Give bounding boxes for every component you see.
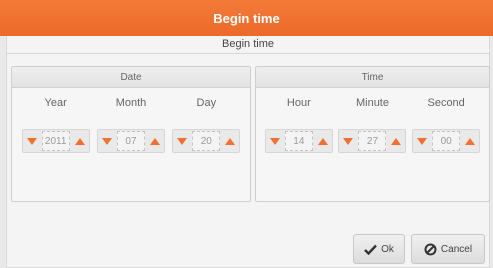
hour-spinner: 14 — [264, 129, 333, 153]
year-decrement-button[interactable] — [23, 130, 41, 152]
day-increment-button[interactable] — [221, 130, 239, 152]
month-label: Month — [115, 97, 147, 109]
down-triangle-icon — [417, 137, 428, 145]
up-triangle-icon — [317, 137, 328, 145]
minute-decrement-button[interactable] — [339, 130, 357, 152]
second-increment-button[interactable] — [461, 130, 479, 152]
dialog-title: Begin time — [213, 10, 280, 26]
minute-label: Minute — [355, 97, 389, 109]
hour-label: Hour — [286, 97, 311, 109]
date-panel: Date Year 2011 Month 07 Day 20 — [11, 66, 251, 202]
year-value[interactable]: 2011 — [41, 131, 70, 151]
up-triangle-icon — [391, 137, 402, 145]
day-field: Day 20 — [170, 88, 242, 153]
cancel-circle-icon — [424, 243, 437, 256]
cancel-button[interactable]: Cancel — [411, 234, 485, 264]
minute-value[interactable]: 27 — [358, 131, 387, 151]
second-decrement-button[interactable] — [413, 130, 431, 152]
time-panel-header: Time — [256, 67, 489, 88]
down-triangle-icon — [269, 137, 280, 145]
hour-increment-button[interactable] — [314, 130, 332, 152]
minute-increment-button[interactable] — [387, 130, 405, 152]
up-triangle-icon — [149, 137, 160, 145]
date-panel-title: Date — [120, 71, 142, 83]
dialog-title-bar: Begin time — [0, 0, 493, 36]
up-triangle-icon — [74, 137, 85, 145]
month-decrement-button[interactable] — [98, 130, 116, 152]
ok-button-label: Ok — [381, 243, 394, 255]
day-value[interactable]: 20 — [192, 131, 221, 151]
check-icon — [364, 244, 377, 255]
second-spinner: 00 — [412, 129, 481, 153]
day-decrement-button[interactable] — [173, 130, 191, 152]
month-spinner: 07 — [96, 129, 165, 153]
dialog-subtitle: Begin time — [222, 38, 274, 50]
year-label: Year — [44, 97, 67, 109]
up-triangle-icon — [465, 137, 476, 145]
second-value[interactable]: 00 — [432, 131, 461, 151]
time-panel-title: Time — [361, 71, 384, 83]
cancel-button-label: Cancel — [440, 243, 473, 255]
year-increment-button[interactable] — [71, 130, 89, 152]
second-label: Second — [427, 97, 465, 109]
month-increment-button[interactable] — [146, 130, 164, 152]
year-field: Year 2011 — [20, 88, 92, 153]
minute-spinner: 27 — [338, 129, 407, 153]
date-panel-header: Date — [12, 67, 250, 88]
dialog-body: Begin time Date Year 2011 Month 07 Day 2… — [6, 36, 490, 268]
month-field: Month 07 — [95, 88, 167, 153]
down-triangle-icon — [177, 137, 188, 145]
hour-field: Hour 14 — [263, 88, 335, 153]
hour-value[interactable]: 14 — [284, 131, 313, 151]
time-panel: Time Hour 14 Minute 27 Second 00 — [255, 66, 490, 202]
year-spinner: 2011 — [21, 129, 90, 153]
down-triangle-icon — [26, 137, 37, 145]
month-value[interactable]: 07 — [116, 131, 145, 151]
down-triangle-icon — [101, 137, 112, 145]
second-field: Second 00 — [410, 88, 482, 153]
hour-decrement-button[interactable] — [266, 130, 284, 152]
minute-field: Minute 27 — [336, 88, 408, 153]
divider — [7, 53, 489, 54]
ok-button[interactable]: Ok — [353, 234, 405, 264]
day-label: Day — [196, 97, 217, 109]
up-triangle-icon — [225, 137, 236, 145]
down-triangle-icon — [343, 137, 354, 145]
day-spinner: 20 — [172, 129, 241, 153]
